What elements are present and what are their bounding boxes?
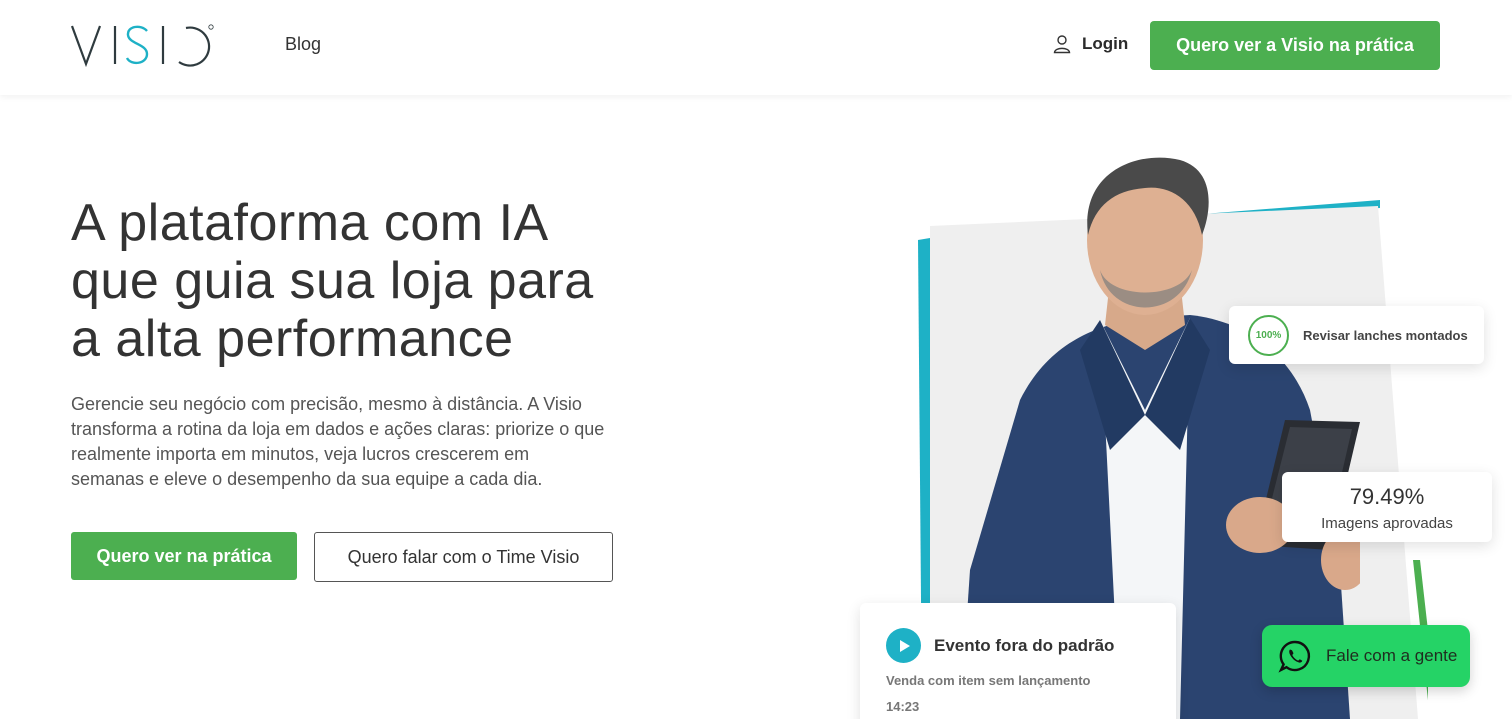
site-header: Blog Login Quero ver a Visio na prática bbox=[0, 0, 1512, 95]
login-label: Login bbox=[1082, 34, 1129, 53]
header-cta-button[interactable]: Quero ver a Visio na prática bbox=[1150, 21, 1440, 70]
hero-title-line: A plataforma com IA bbox=[71, 194, 549, 252]
nav-blog-link[interactable]: Blog bbox=[285, 34, 321, 55]
hero-title-line: a alta performance bbox=[71, 310, 514, 368]
hero-subtitle-line: transforma a rotina da loja em dados e a… bbox=[71, 419, 605, 439]
user-icon bbox=[1053, 35, 1071, 54]
progress-ring: 100% bbox=[1248, 314, 1289, 356]
approved-images-value: 79.49% bbox=[1349, 484, 1425, 509]
see-in-practice-button[interactable]: Quero ver na prática bbox=[71, 532, 297, 580]
talk-to-team-button[interactable]: Quero falar com o Time Visio bbox=[314, 532, 613, 582]
hero-subtitle-line: semanas e eleve o desempenho da sua equi… bbox=[71, 469, 543, 489]
hero-subtitle: Gerencie seu negócio com precisão, mesmo… bbox=[71, 392, 651, 492]
hero-subtitle-line: realmente importa em minutos, veja lucro… bbox=[71, 444, 530, 464]
whatsapp-label: Fale com a gente bbox=[1326, 646, 1458, 665]
approved-images-caption: Imagens aprovadas bbox=[1321, 515, 1453, 532]
whatsapp-icon bbox=[1278, 640, 1311, 673]
hero-title: A plataforma com IA que guia sua loja pa… bbox=[71, 194, 691, 368]
play-icon[interactable] bbox=[886, 628, 921, 663]
event-title: Evento fora do padrão bbox=[934, 636, 1115, 655]
hero-subtitle-line: Gerencie seu negócio com precisão, mesmo… bbox=[71, 394, 582, 414]
whatsapp-contact-button[interactable]: Fale com a gente bbox=[1262, 625, 1470, 687]
event-time: 14:23 bbox=[886, 699, 920, 714]
approved-images-card: 79.49% Imagens aprovadas bbox=[1282, 472, 1492, 542]
event-alert-card: Evento fora do padrão Venda com item sem… bbox=[860, 603, 1176, 719]
review-task-card: 100% Revisar lanches montados bbox=[1229, 306, 1484, 364]
review-task-label: Revisar lanches montados bbox=[1303, 327, 1468, 343]
login-link[interactable]: Login bbox=[1052, 34, 1128, 54]
visio-logo[interactable] bbox=[71, 22, 216, 68]
hero-title-line: que guia sua loja para bbox=[71, 252, 594, 310]
event-description: Venda com item sem lançamento bbox=[886, 673, 1091, 688]
